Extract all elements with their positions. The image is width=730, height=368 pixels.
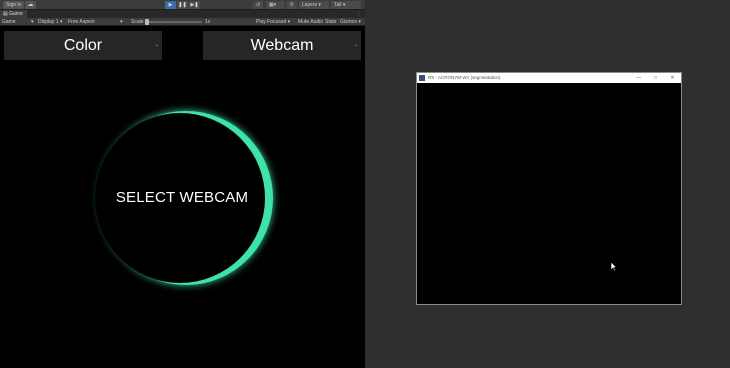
display-dropdown[interactable]: Display 1 ▾ <box>38 18 62 26</box>
main-toolbar: Sign in ☁ ▶ ❚❚ ▶❚ ↺ ▦▾ ⚲ Layers ▾ Tall ▾ <box>0 0 365 10</box>
select-webcam-label[interactable]: SELECT WEBCAM <box>80 189 284 206</box>
layers-dropdown[interactable]: Layers ▾ <box>299 1 329 9</box>
aspect-dropdown[interactable]: Free Aspect ▾ <box>68 18 123 26</box>
window-title: RS - ACRONYM-W1 (segmentation) <box>428 75 501 80</box>
close-icon[interactable]: ✕ <box>664 73 681 83</box>
maximize-icon[interactable]: □ <box>647 73 664 83</box>
scale-label: Scale <box>131 19 144 25</box>
collab-icon[interactable]: ▦▾ <box>266 1 284 9</box>
history-icon[interactable]: ↺ <box>253 1 264 9</box>
view-select-dropdown[interactable]: Game ▾ <box>2 18 34 26</box>
window-title-bar[interactable]: RS - ACRONYM-W1 (segmentation) — □ ✕ <box>417 73 681 83</box>
tab-menu-icon[interactable]: ⋮ <box>356 10 361 18</box>
play-mode-dropdown[interactable]: Play Focused ▾ <box>256 18 290 26</box>
sign-in-button[interactable]: Sign in <box>3 1 25 9</box>
chevron-down-icon: ▾ <box>31 19 34 25</box>
play-button[interactable]: ▶ <box>165 1 176 9</box>
tab-game[interactable]: ▤ Game <box>0 10 27 18</box>
chevron-down-icon: ⌄ <box>154 42 159 48</box>
scale-value: 1x <box>205 19 211 25</box>
pause-icon: ❚❚ <box>178 2 187 8</box>
mouse-cursor-icon <box>611 262 617 271</box>
minimize-icon[interactable]: — <box>630 73 647 83</box>
gizmos-dropdown[interactable]: Gizmos ▾ <box>340 18 361 26</box>
webcam-dropdown[interactable]: Webcam ⌄ <box>203 31 361 60</box>
chevron-down-icon: ⌄ <box>353 42 358 48</box>
cloud-icon[interactable]: ☁ <box>25 1 36 9</box>
segmentation-window: RS - ACRONYM-W1 (segmentation) — □ ✕ <box>416 72 682 305</box>
play-icon: ▶ <box>168 2 173 8</box>
tab-strip: ▤ Game ⋮ <box>0 10 365 18</box>
step-button[interactable]: ▶❚ <box>189 1 200 9</box>
pause-button[interactable]: ❚❚ <box>177 1 188 9</box>
app-icon <box>419 75 425 81</box>
color-dropdown[interactable]: Color ⌄ <box>4 31 162 60</box>
stats-toggle[interactable]: Stats <box>325 18 336 26</box>
search-icon[interactable]: ⚲ <box>287 1 297 9</box>
scale-slider-thumb[interactable] <box>145 19 149 25</box>
scale-slider[interactable] <box>146 21 202 23</box>
unity-editor: Sign in ☁ ▶ ❚❚ ▶❚ ↺ ▦▾ ⚲ Layers ▾ Tall ▾… <box>0 0 365 368</box>
layout-dropdown[interactable]: Tall ▾ <box>331 1 361 9</box>
step-icon: ▶❚ <box>190 2 199 8</box>
mute-audio-toggle[interactable]: Mute Audio <box>298 18 323 26</box>
game-view-toolbar: Game ▾ Display 1 ▾ Free Aspect ▾ Scale 1… <box>0 18 365 26</box>
